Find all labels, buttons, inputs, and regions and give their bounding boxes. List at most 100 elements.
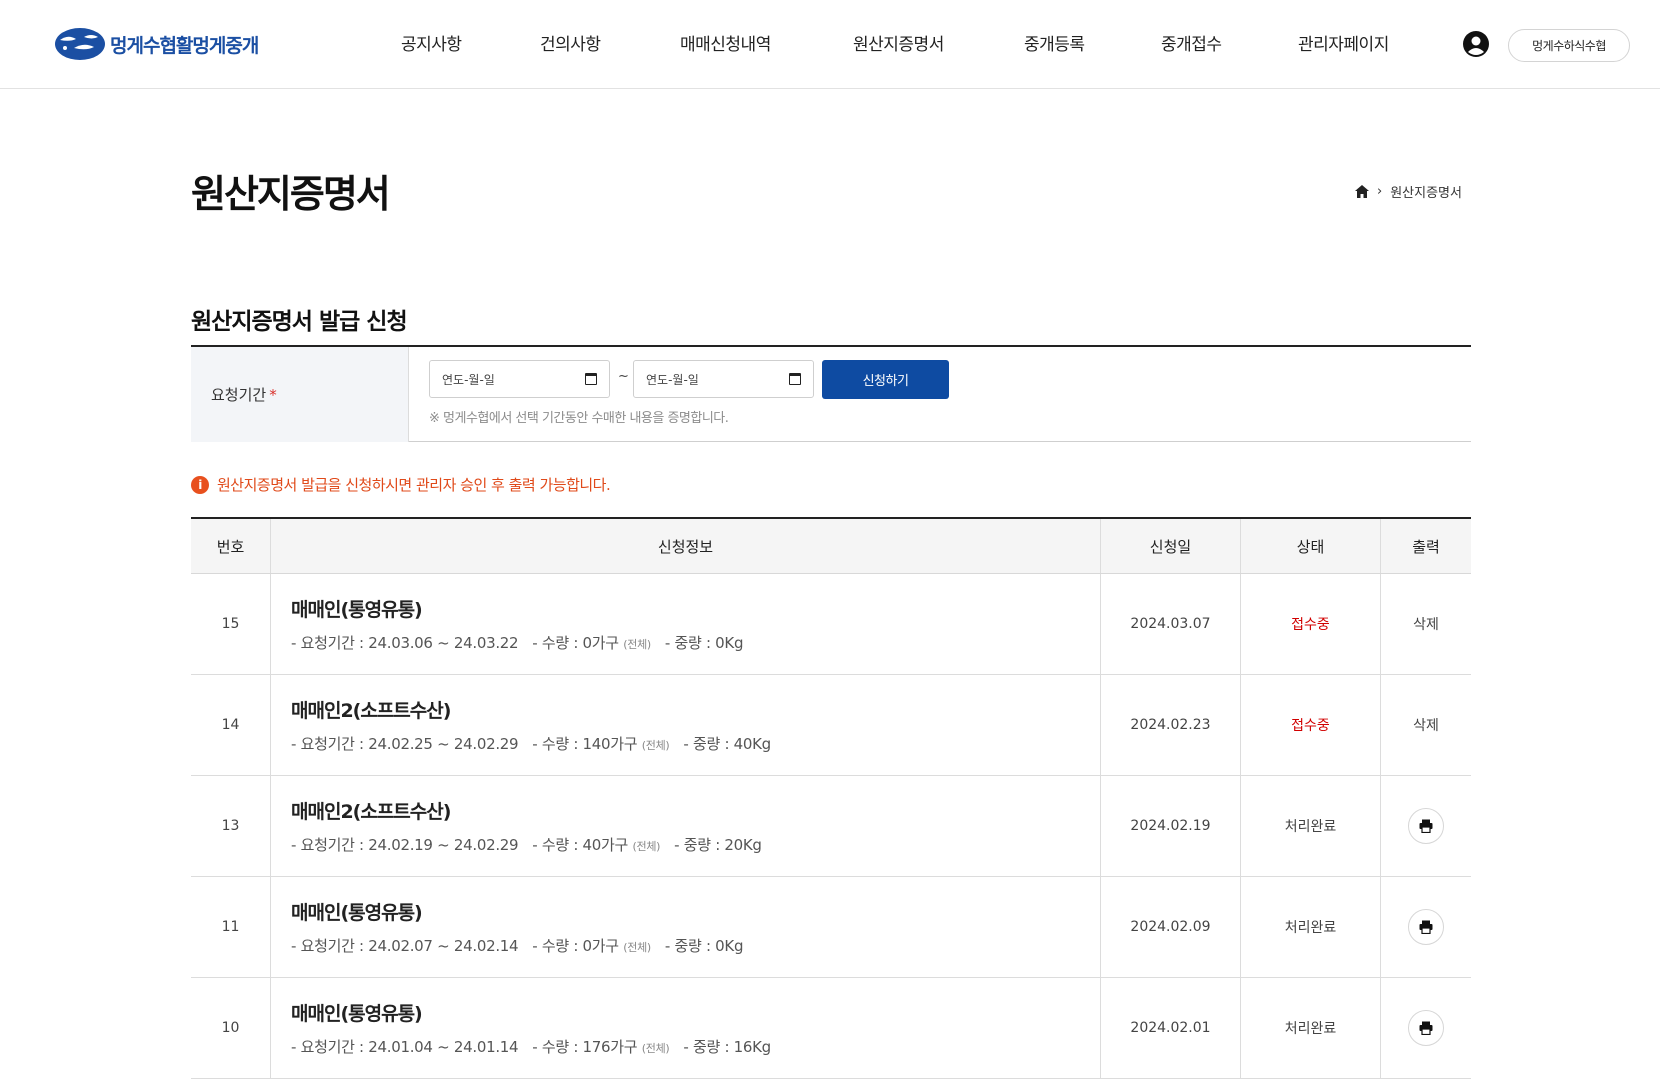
status-badge: 처리완료 (1241, 877, 1381, 977)
row-number: 14 (191, 675, 271, 775)
status-badge: 처리완료 (1241, 978, 1381, 1078)
header-date: 신청일 (1101, 519, 1241, 573)
row-number: 10 (191, 978, 271, 1078)
delete-link[interactable]: 삭제 (1413, 715, 1439, 735)
weight: - 중량 : 20Kg (674, 836, 762, 854)
user-avatar-icon[interactable] (1463, 31, 1489, 57)
quantity: - 수량 : 140가구 (532, 735, 638, 753)
status-badge: 접수중 (1241, 574, 1381, 674)
request-form: 요청기간 * 연도-월-일 ~ 연도-월-일 신청하기 ※ 멍게수협에서 선택 … (191, 345, 1471, 442)
quantity-scope: (전체) (641, 739, 670, 752)
date-range-separator: ~ (618, 369, 629, 384)
print-button[interactable] (1408, 1010, 1444, 1046)
quantity: - 수량 : 176가구 (532, 1038, 638, 1056)
print-button[interactable] (1408, 808, 1444, 844)
table-row: 15 매매인(통영유통) - 요청기간 : 24.03.06 ~ 24.03.22-… (191, 574, 1471, 675)
quantity: - 수량 : 0가구 (532, 634, 619, 652)
request-period: - 요청기간 : 24.02.07 ~ 24.02.14 (291, 937, 519, 955)
printer-icon (1419, 1021, 1433, 1035)
request-date: 2024.02.19 (1101, 776, 1241, 876)
header-no: 번호 (191, 519, 271, 573)
nav-origin-certificate[interactable]: 원산지증명서 (853, 30, 944, 55)
table-header: 번호 신청정보 신청일 상태 출력 (191, 519, 1471, 574)
breadcrumb: › 원산지증명서 (1355, 182, 1462, 201)
row-action (1381, 776, 1471, 876)
request-date: 2024.03.07 (1101, 574, 1241, 674)
breadcrumb-current: 원산지증명서 (1390, 186, 1462, 201)
buyer-name: 매매인(통영유통) (291, 902, 423, 924)
site-logo[interactable]: 멍게수협활멍게중개 (54, 26, 259, 62)
top-header: 멍게수협활멍게중개 공지사항 건의사항 매매신청내역 원산지증명서 중개등록 중… (0, 0, 1660, 89)
nav-suggestion[interactable]: 건의사항 (540, 30, 601, 55)
weight: - 중량 : 0Kg (664, 937, 744, 955)
user-name-button[interactable]: 멍게수하식수협 (1508, 29, 1630, 62)
printer-icon (1419, 920, 1433, 934)
header-status: 상태 (1241, 519, 1381, 573)
home-icon[interactable] (1355, 185, 1369, 198)
page-title: 원산지증명서 (191, 172, 391, 216)
form-note: ※ 멍게수협에서 선택 기간동안 수매한 내용을 증명합니다. (429, 411, 729, 426)
table-row: 13 매매인2(소프트수산) - 요청기간 : 24.02.19 ~ 24.02.2… (191, 776, 1471, 877)
date-from-input[interactable]: 연도-월-일 (429, 360, 610, 398)
nav-trade-history[interactable]: 매매신청내역 (680, 30, 771, 55)
row-meta: - 요청기간 : 24.02.07 ~ 24.02.14 - 수량 : 0가구 (… (291, 935, 743, 956)
nav-brokerage-receipt[interactable]: 중개접수 (1161, 30, 1222, 55)
date-from-placeholder: 연도-월-일 (442, 372, 495, 387)
row-info: 매매인(통영유통) - 요청기간 : 24.03.06 ~ 24.03.22 - 수… (271, 574, 1101, 674)
status-badge: 처리완료 (1241, 776, 1381, 876)
print-button[interactable] (1408, 909, 1444, 945)
logo-fish-icon (55, 28, 105, 60)
request-date: 2024.02.09 (1101, 877, 1241, 977)
quantity-scope: (전체) (641, 1042, 670, 1055)
header-print: 출력 (1412, 537, 1440, 556)
row-meta: - 요청기간 : 24.03.06 ~ 24.03.22 - 수량 : 0가구 (… (291, 632, 743, 653)
row-meta: - 요청기간 : 24.02.25 ~ 24.02.29 - 수량 : 140가구… (291, 733, 771, 754)
info-icon: i (191, 475, 209, 494)
buyer-name: 매매인(통영유통) (291, 1003, 423, 1025)
table-row: 14 매매인2(소프트수산) - 요청기간 : 24.02.25 ~ 24.02.2… (191, 675, 1471, 776)
table-row: 11 매매인(통영유통) - 요청기간 : 24.02.07 ~ 24.02.14-… (191, 877, 1471, 978)
date-to-placeholder: 연도-월-일 (646, 372, 699, 387)
required-mark: * (269, 385, 277, 404)
printer-icon (1419, 819, 1433, 833)
row-action (1381, 978, 1471, 1078)
row-meta: - 요청기간 : 24.01.04 ~ 24.01.14 - 수량 : 176가구… (291, 1036, 771, 1057)
row-info: 매매인(통영유통) - 요청기간 : 24.01.04 ~ 24.01.14 - 수… (271, 978, 1101, 1078)
weight: - 중량 : 0Kg (664, 634, 744, 652)
quantity-scope: (전체) (623, 941, 651, 954)
logo-text: 멍게수협활멍게중개 (110, 34, 259, 57)
delete-link[interactable]: 삭제 (1413, 614, 1439, 634)
row-info: 매매인2(소프트수산) - 요청기간 : 24.02.25 ~ 24.02.29-… (271, 675, 1101, 775)
buyer-name: 매매인2(소프트수산) (291, 700, 451, 722)
request-period: - 요청기간 : 24.02.25 ~ 24.02.29 (291, 735, 519, 753)
row-action: 삭제 (1381, 574, 1471, 674)
request-period: - 요청기간 : 24.01.04 ~ 24.01.14 (291, 1038, 519, 1056)
approval-notice: i 원산지증명서 발급을 신청하시면 관리자 승인 후 출력 가능합니다. (191, 474, 611, 495)
request-date: 2024.02.23 (1101, 675, 1241, 775)
row-number: 13 (191, 776, 271, 876)
row-action: 삭제 (1381, 675, 1471, 775)
nav-admin-page[interactable]: 관리자페이지 (1298, 30, 1389, 55)
quantity: - 수량 : 40가구 (532, 836, 629, 854)
request-period-text: 요청기간 (211, 386, 267, 404)
row-action (1381, 877, 1471, 977)
table-body: 15 매매인(통영유통) - 요청기간 : 24.03.06 ~ 24.03.22-… (191, 574, 1471, 1079)
nav-notice[interactable]: 공지사항 (401, 30, 462, 55)
calendar-icon[interactable] (789, 373, 801, 385)
section-title: 원산지증명서 발급 신청 (191, 309, 408, 335)
apply-button[interactable]: 신청하기 (822, 360, 949, 399)
status-badge: 접수중 (1241, 675, 1381, 775)
calendar-icon[interactable] (585, 373, 597, 385)
buyer-name: 매매인2(소프트수산) (291, 801, 451, 823)
request-period-label: 요청기간 * (191, 347, 409, 442)
request-date: 2024.02.01 (1101, 978, 1241, 1078)
nav-brokerage-register[interactable]: 중개등록 (1024, 30, 1085, 55)
notice-text: 원산지증명서 발급을 신청하시면 관리자 승인 후 출력 가능합니다. (217, 476, 611, 494)
weight: - 중량 : 16Kg (683, 1038, 771, 1056)
row-number: 11 (191, 877, 271, 977)
date-to-input[interactable]: 연도-월-일 (633, 360, 814, 398)
row-info: 매매인(통영유통) - 요청기간 : 24.02.07 ~ 24.02.14 - 수… (271, 877, 1101, 977)
quantity-scope: (전체) (623, 638, 651, 651)
table-row: 10 매매인(통영유통) - 요청기간 : 24.01.04 ~ 24.01.14-… (191, 978, 1471, 1079)
certificate-request-table: 번호 신청정보 신청일 상태 출력 15 매매인(통영유통) - 요청기간 : 24… (191, 517, 1471, 1079)
